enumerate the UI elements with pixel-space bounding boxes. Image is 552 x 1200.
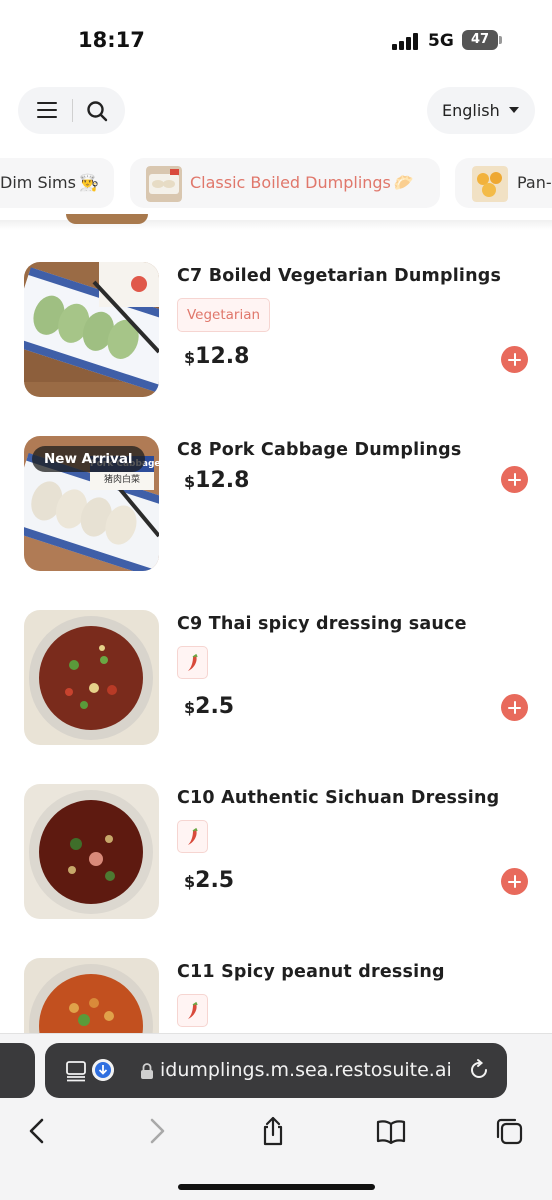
category-tab-dim-sims[interactable]: Dim Sims 👨‍🍳: [0, 158, 114, 208]
chili-icon: [177, 820, 208, 853]
item-title: C8 Pork Cabbage Dumplings: [177, 440, 462, 460]
download-icon[interactable]: [92, 1059, 114, 1081]
item-price: $12.8: [184, 468, 250, 493]
new-arrival-badge: New Arrival: [32, 446, 145, 472]
previous-tab-preview[interactable]: [0, 1043, 35, 1098]
reload-icon[interactable]: [467, 1058, 491, 1082]
item-price: $12.8: [184, 344, 250, 369]
dish-image: [24, 958, 159, 1033]
dish-image: [24, 610, 159, 745]
menu-item[interactable]: C10 Authentic Sichuan Dressing $2.5: [0, 784, 552, 924]
menu-item[interactable]: Pork Cabbage 猪肉白菜 New Arrival C8 Pork Ca…: [0, 436, 552, 576]
item-title: C10 Authentic Sichuan Dressing: [177, 788, 500, 808]
category-thumbnail: [146, 166, 182, 202]
dumpling-emoji-icon: 🥟: [393, 173, 414, 192]
status-bar: 18:17 5G 47: [0, 0, 552, 80]
category-thumbnail: [472, 166, 508, 202]
dish-image: [24, 784, 159, 919]
menu-search-pill: [18, 87, 125, 134]
tabs-icon[interactable]: [494, 1116, 524, 1146]
chili-icon: [177, 646, 208, 679]
search-icon[interactable]: [85, 99, 109, 123]
share-icon[interactable]: [258, 1116, 288, 1146]
bookmarks-icon[interactable]: [376, 1116, 406, 1146]
language-label: English: [442, 101, 500, 120]
package-sub-label: 猪肉白菜: [103, 475, 140, 485]
url-text: idumplings.m.sea.restosuite.ai: [160, 1059, 452, 1081]
category-tabs: Dim Sims 👨‍🍳 Classic Boiled Dumplings 🥟 Pa…: [0, 156, 552, 210]
previous-item-thumbnail-edge: [66, 214, 148, 224]
browser-toolbar: idumplings.m.sea.restosuite.ai: [0, 1033, 552, 1200]
status-time: 18:17: [78, 28, 145, 52]
add-to-cart-button[interactable]: [501, 346, 528, 373]
item-price: $2.5: [184, 694, 235, 719]
item-title: C9 Thai spicy dressing sauce: [177, 614, 467, 634]
add-to-cart-button[interactable]: [501, 466, 528, 493]
battery-tip: [499, 36, 502, 44]
chili-icon: [177, 994, 208, 1027]
item-title: C7 Boiled Vegetarian Dumplings: [177, 266, 502, 286]
caret-down-icon: [509, 107, 519, 113]
category-tab-classic-boiled-dumplings[interactable]: Classic Boiled Dumplings 🥟: [130, 158, 440, 208]
network-type: 5G: [428, 31, 454, 51]
page-menu-icon[interactable]: [65, 1060, 87, 1082]
home-indicator: [178, 1184, 375, 1190]
menu-item[interactable]: C7 Boiled Vegetarian Dumplings Vegetaria…: [0, 262, 552, 402]
menu-item[interactable]: C11 Spicy peanut dressing: [0, 958, 552, 1033]
lock-icon: [141, 1063, 153, 1079]
dish-image: [24, 262, 159, 397]
chef-emoji-icon: 👨‍🍳: [78, 173, 99, 192]
divider: [72, 99, 73, 122]
category-label: Pan-: [517, 173, 552, 192]
language-selector[interactable]: English: [427, 87, 535, 134]
menu-icon[interactable]: [37, 102, 57, 119]
dish-image: Pork Cabbage 猪肉白菜 New Arrival: [24, 436, 159, 571]
item-price: $2.5: [184, 868, 235, 893]
add-to-cart-button[interactable]: [501, 868, 528, 895]
vegetarian-tag: Vegetarian: [177, 298, 271, 332]
category-label: Classic Boiled Dumplings: [190, 173, 391, 192]
item-title: C11 Spicy peanut dressing: [177, 962, 445, 982]
category-tab-pan-fried[interactable]: Pan-: [455, 158, 552, 208]
menu-item[interactable]: C9 Thai spicy dressing sauce $2.5: [0, 610, 552, 750]
category-label: Dim Sims: [0, 173, 76, 192]
add-to-cart-button[interactable]: [501, 694, 528, 721]
cellular-signal-icon: [392, 32, 420, 50]
forward-icon[interactable]: [142, 1116, 172, 1146]
back-icon[interactable]: [22, 1116, 52, 1146]
address-bar[interactable]: idumplings.m.sea.restosuite.ai: [45, 1043, 507, 1098]
battery-icon: 47: [462, 30, 498, 50]
